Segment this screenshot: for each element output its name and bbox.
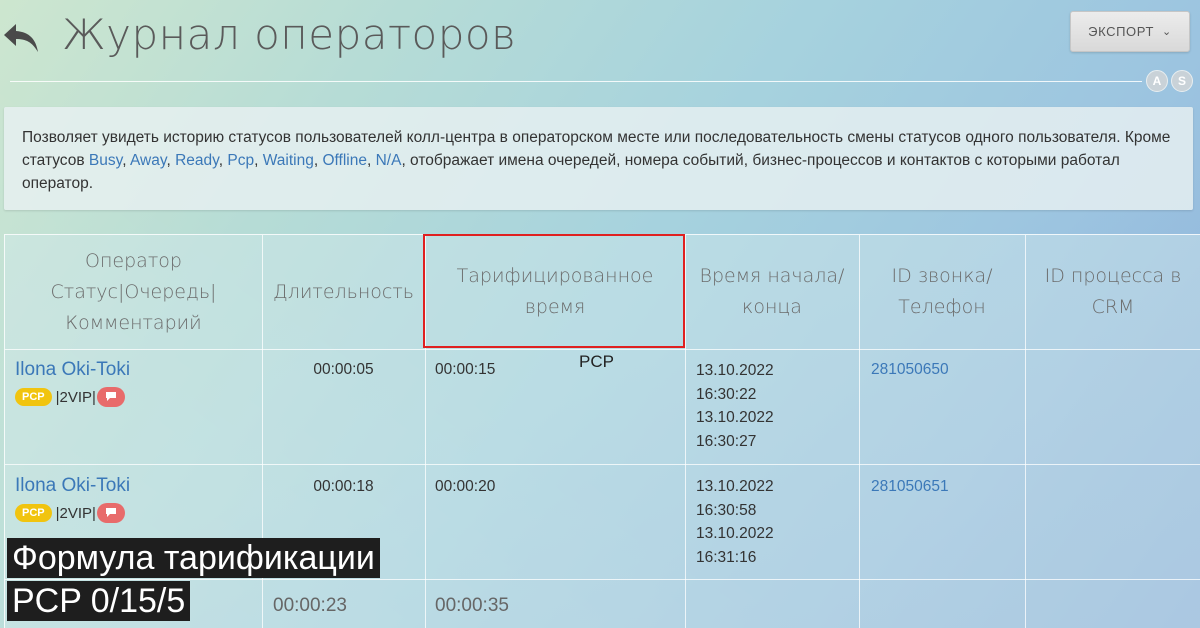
status-link-ready[interactable]: Ready <box>175 152 219 169</box>
end-time: 16:30:27 <box>696 432 757 450</box>
operator-link[interactable]: Ilona Oki-Toki <box>15 475 130 497</box>
header-operator[interactable]: Оператор Статус|Очередь| Комментарий <box>5 235 262 349</box>
header-duration[interactable]: Длительность <box>262 235 425 349</box>
header-start-end-time[interactable]: Время начала/ конца <box>685 235 859 349</box>
queue-label: |2VIP| <box>55 388 96 406</box>
header-call-line1: ID звонка/ <box>891 265 993 287</box>
status-link-na[interactable]: N/A <box>376 152 402 169</box>
table-row-2-call-id[interactable]: 281050651 <box>871 478 949 496</box>
description-panel: Позволяет увидеть историю статусов польз… <box>4 107 1193 210</box>
end-time: 16:31:16 <box>696 548 757 566</box>
status-link-pcp[interactable]: Pcp <box>227 152 254 169</box>
header-time-line1: Время начала/ <box>699 265 845 287</box>
table-row-1-operator: Ilona Oki-Toki PCP |2VIP| <box>15 359 130 407</box>
operator-link[interactable]: Ilona Oki-Toki <box>15 359 130 381</box>
highlight-frame <box>423 234 685 348</box>
page-header: Журнал операторов ЭКСПОРТ ⌄ <box>0 0 1200 80</box>
status-link-offline[interactable]: Offline <box>322 152 367 169</box>
table-row-2-duration: 00:00:18 <box>313 478 374 495</box>
header-operator-line1: Оператор <box>85 249 182 272</box>
end-date: 13.10.2022 <box>696 525 774 542</box>
header-divider <box>10 81 1142 82</box>
end-date: 13.10.2022 <box>696 409 774 426</box>
status-link-waiting[interactable]: Waiting <box>263 152 314 169</box>
chevron-down-icon: ⌄ <box>1162 26 1172 38</box>
header-crm-id[interactable]: ID процесса в CRM <box>1025 235 1200 349</box>
status-badge[interactable]: PCP <box>15 388 52 406</box>
table-row-3-duration: 00:00:23 <box>273 595 347 616</box>
formula-caption-line1: Формула тарификации <box>7 538 380 578</box>
table-row-1-billed: 00:00:15 <box>435 361 496 378</box>
table-row-3-billed: 00:00:35 <box>435 595 509 616</box>
comment-icon[interactable] <box>96 387 125 407</box>
header-operator-line3: Комментарий <box>65 311 202 334</box>
start-time: 16:30:58 <box>696 501 757 519</box>
header-duration-label: Длительность <box>273 280 414 303</box>
table-row-1-call-id[interactable]: 281050650 <box>871 361 949 379</box>
table-row-2-billed: 00:00:20 <box>435 478 496 495</box>
export-label: ЭКСПОРТ <box>1088 24 1154 39</box>
start-time: 16:30:22 <box>696 385 757 403</box>
table-row-1-times: 13.10.2022 16:30:22 13.10.2022 16:30:27 <box>696 359 774 453</box>
header-operator-line2: Статус|Очередь| <box>50 280 217 303</box>
page-title: Журнал операторов <box>62 10 517 59</box>
header-call-line2: Телефон <box>898 296 986 318</box>
pcp-annotation: PCP <box>579 352 614 371</box>
status-link-away[interactable]: Away <box>130 152 166 169</box>
avatar-a[interactable]: A <box>1146 70 1168 92</box>
formula-caption-line2: PCP 0/15/5 <box>7 581 191 621</box>
header-time-line2: конца <box>742 296 802 318</box>
table-row-1-duration: 00:00:05 <box>313 361 374 378</box>
export-button[interactable]: ЭКСПОРТ ⌄ <box>1070 11 1190 52</box>
table-row-2-operator: Ilona Oki-Toki PCP |2VIP| <box>15 475 130 523</box>
header-call-id[interactable]: ID звонка/ Телефон <box>859 235 1025 349</box>
back-arrow-icon[interactable] <box>2 20 42 56</box>
comment-icon[interactable] <box>96 503 125 523</box>
start-date: 13.10.2022 <box>696 478 774 495</box>
table-row-2-times: 13.10.2022 16:30:58 13.10.2022 16:31:16 <box>696 475 774 569</box>
queue-label: |2VIP| <box>55 504 96 522</box>
header-crm-line2: CRM <box>1091 296 1135 318</box>
start-date: 13.10.2022 <box>696 362 774 379</box>
avatar-s[interactable]: S <box>1171 70 1193 92</box>
status-link-busy[interactable]: Busy <box>89 152 122 169</box>
header-crm-line1: ID процесса в <box>1044 265 1182 287</box>
status-badge[interactable]: PCP <box>15 504 52 522</box>
